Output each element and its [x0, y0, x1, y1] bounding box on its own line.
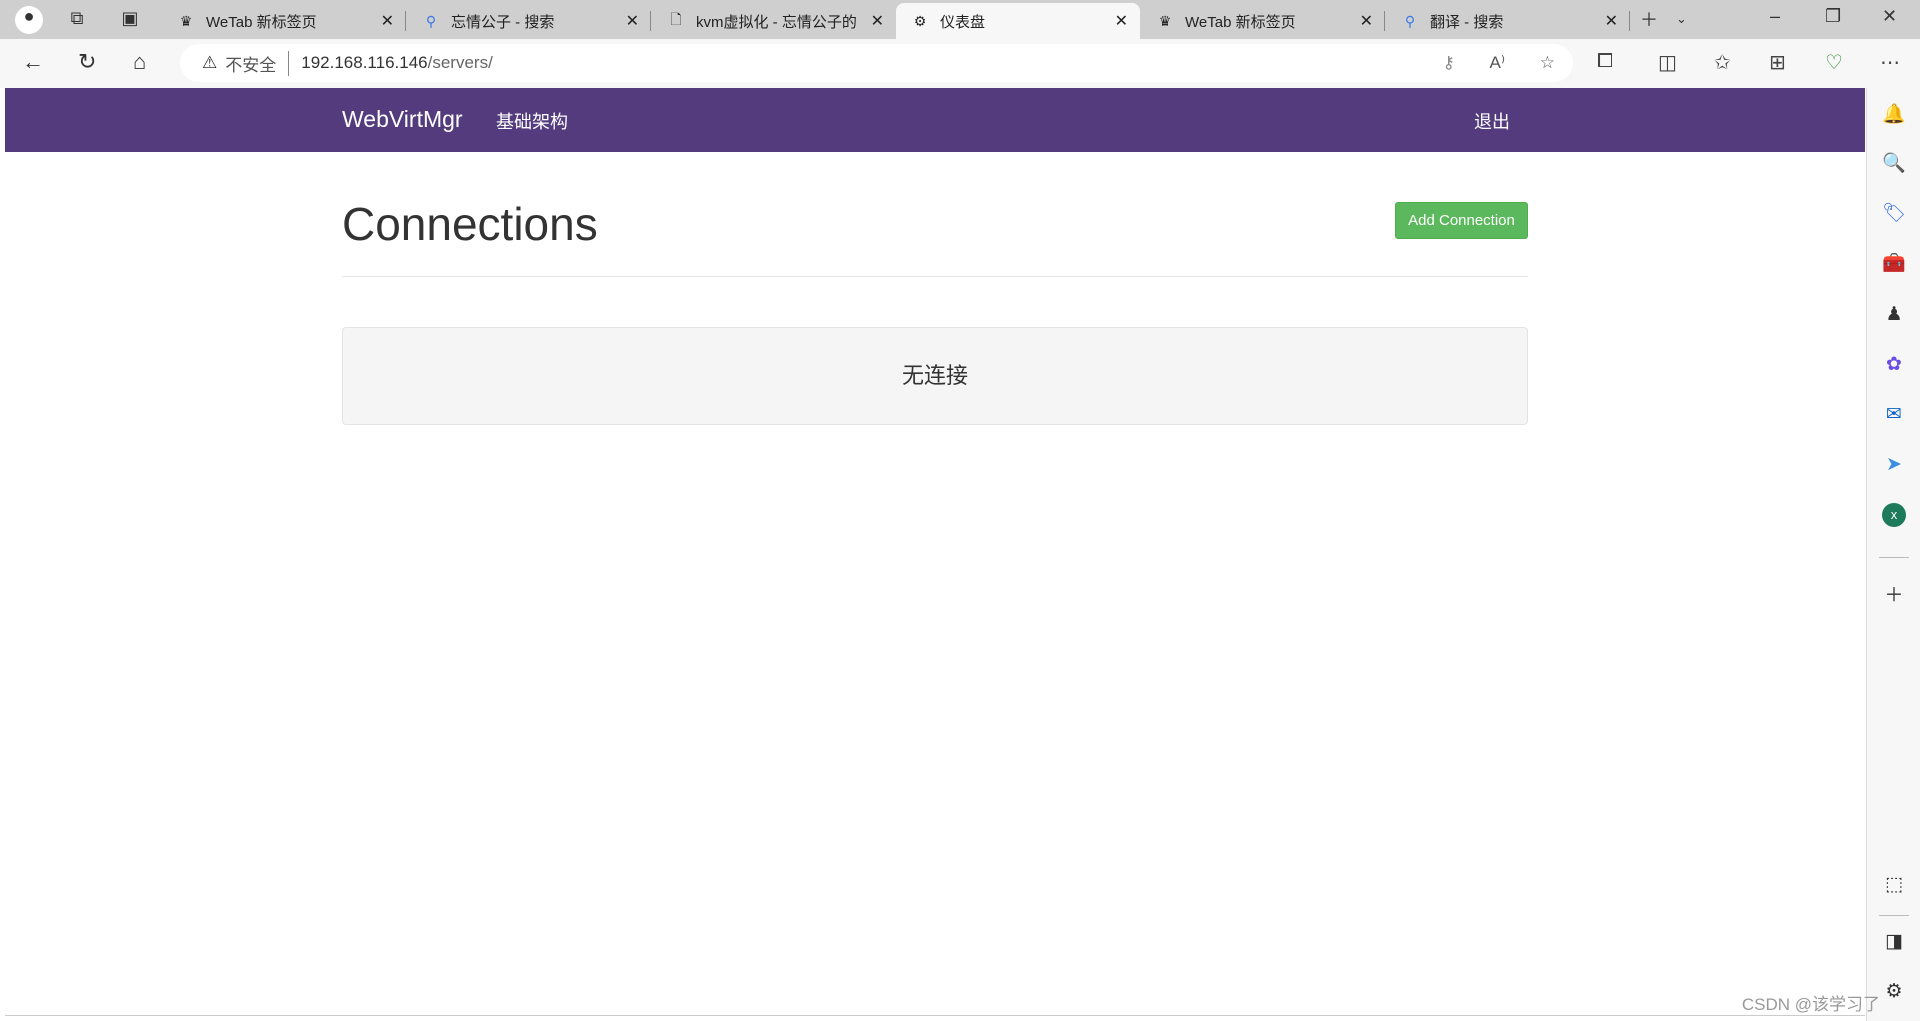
- browser-tab-bar: ● ⧉ ▣ ♛ WeTab 新标签页 ✕ ⚲ 忘情公子 - 搜索 ✕ 🗋 kvm虚拟化 -…: [0, 0, 1920, 39]
- tab-actions-chevron-icon[interactable]: ⌄: [1676, 11, 1687, 27]
- split-screen-icon[interactable]: ◫: [1658, 50, 1677, 75]
- wetab-icon: ♛: [1158, 12, 1172, 29]
- divider: [342, 276, 1528, 277]
- search-icon: ⚲: [1404, 12, 1416, 29]
- home-icon[interactable]: ⌂: [133, 49, 146, 75]
- settings-gear-icon[interactable]: ⚙: [1882, 980, 1906, 1004]
- webvirtmgr-icon: ⚙: [913, 12, 927, 29]
- address-bar[interactable]: ⚠ 不安全 192.168.116.146/servers/ ⚷ A⁾ ☆: [180, 44, 1573, 82]
- add-connection-button[interactable]: Add Connection: [1395, 202, 1528, 239]
- search-icon: ⚲: [425, 12, 437, 29]
- shopping-tag-icon[interactable]: 🏷: [1882, 202, 1906, 226]
- page-title: Connections: [342, 198, 598, 250]
- close-tab-icon[interactable]: ✕: [381, 11, 394, 31]
- add-sidebar-app-icon[interactable]: ＋: [1882, 584, 1906, 608]
- favorite-star-icon[interactable]: ☆: [1540, 53, 1555, 73]
- new-tab-icon[interactable]: ＋: [1640, 6, 1658, 32]
- password-key-icon[interactable]: ⚷: [1443, 53, 1455, 73]
- wetab-icon: ♛: [179, 12, 193, 29]
- tab-wetab-2[interactable]: ♛ WeTab 新标签页 ✕: [1141, 3, 1385, 39]
- screenshot-icon[interactable]: ⬚: [1882, 873, 1906, 897]
- close-tab-icon[interactable]: ✕: [1115, 11, 1128, 31]
- send-icon[interactable]: ➤: [1882, 453, 1906, 477]
- close-tab-icon[interactable]: ✕: [1605, 11, 1618, 31]
- search-icon[interactable]: 🔍: [1882, 152, 1906, 176]
- watermark: CSDN @该学习了: [1741, 995, 1880, 1014]
- hide-sidebar-icon[interactable]: ◨: [1882, 930, 1906, 954]
- close-tab-icon[interactable]: ✕: [626, 11, 639, 31]
- document-icon: 🗋: [670, 11, 682, 27]
- refresh-icon[interactable]: ↻: [78, 49, 96, 75]
- logout-link[interactable]: 退出: [1474, 108, 1510, 134]
- extensions-icon[interactable]: ⧠: [1597, 50, 1613, 73]
- profile-icon[interactable]: ●: [15, 6, 43, 34]
- xbox-icon[interactable]: x: [1882, 503, 1906, 527]
- tab-dashboard[interactable]: ⚙ 仪表盘 ✕: [896, 3, 1140, 39]
- tab-search[interactable]: ⚲ 忘情公子 - 搜索 ✕: [407, 3, 651, 39]
- tab-wetab[interactable]: ♛ WeTab 新标签页 ✕: [162, 3, 406, 39]
- copilot-icon[interactable]: ✿: [1882, 353, 1906, 377]
- address-toolbar: ← ↻ ⌂ ⚠ 不安全 192.168.116.146/servers/ ⚷ A…: [0, 39, 1920, 88]
- games-icon[interactable]: ♟: [1882, 303, 1906, 327]
- minimize-icon[interactable]: –: [1770, 6, 1780, 27]
- page-bottom-border: [5, 1015, 1865, 1016]
- browser-essentials-icon[interactable]: ♡: [1825, 50, 1843, 75]
- restore-icon[interactable]: ❐: [1825, 6, 1841, 27]
- brand-link[interactable]: WebVirtMgr: [342, 106, 463, 133]
- nav-infrastructure[interactable]: 基础架构: [496, 108, 568, 134]
- tab-kvm[interactable]: 🗋 kvm虚拟化 - 忘情公子的 ✕: [652, 3, 896, 39]
- close-tab-icon[interactable]: ✕: [871, 11, 884, 31]
- back-icon[interactable]: ←: [22, 49, 44, 75]
- notifications-bell-icon[interactable]: 🔔: [1882, 103, 1906, 127]
- sidebar-divider: [1879, 915, 1909, 916]
- more-menu-icon[interactable]: ⋯: [1880, 50, 1900, 75]
- tab-translate[interactable]: ⚲ 翻译 - 搜索 ✕: [1386, 3, 1630, 39]
- top-navbar: WebVirtMgr 基础架构 退出: [5, 88, 1865, 152]
- collections-icon[interactable]: ⧉: [65, 8, 89, 32]
- read-aloud-icon[interactable]: A⁾: [1489, 53, 1505, 73]
- close-window-icon[interactable]: ✕: [1882, 6, 1897, 27]
- empty-connections-message: 无连接: [342, 327, 1528, 425]
- vertical-tabs-icon[interactable]: ▣: [118, 8, 142, 32]
- edge-sidebar: 🔔 🔍 🏷 🧰 ♟ ✿ ✉ ➤ x ＋ ⬚ ◨ ⚙: [1866, 88, 1920, 1021]
- outlook-icon[interactable]: ✉: [1882, 403, 1906, 427]
- close-tab-icon[interactable]: ✕: [1360, 11, 1373, 31]
- warning-icon[interactable]: ⚠: [202, 53, 217, 73]
- favorites-icon[interactable]: ✩: [1714, 50, 1731, 75]
- sidebar-divider: [1879, 557, 1909, 558]
- collections-add-icon[interactable]: ⊞: [1769, 50, 1786, 75]
- tools-briefcase-icon[interactable]: 🧰: [1882, 252, 1906, 276]
